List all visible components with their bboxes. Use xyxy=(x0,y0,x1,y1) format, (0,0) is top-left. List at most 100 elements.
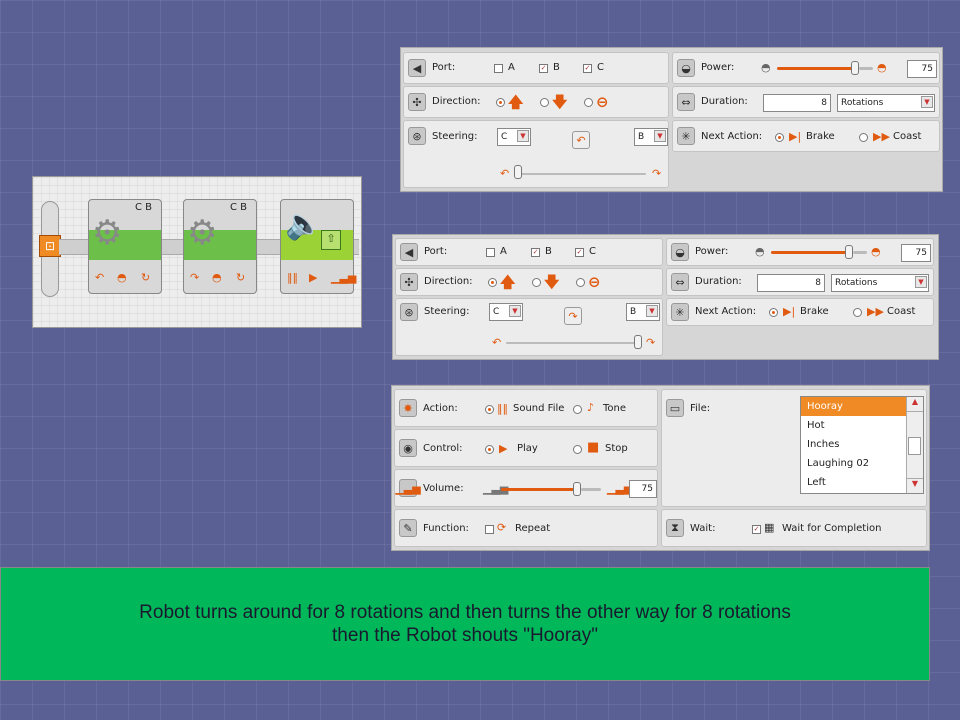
play-radio[interactable] xyxy=(485,445,494,454)
music-note-icon: ♪ xyxy=(587,401,595,414)
power-icon: ◓ xyxy=(212,271,222,284)
duration-value-input[interactable]: 8 xyxy=(763,94,831,112)
direction-row: ✣ Direction: 🡅 🡇 ⊖ xyxy=(403,86,669,118)
direction-backward-radio[interactable] xyxy=(540,98,549,107)
volume-slider-track[interactable] xyxy=(501,488,577,491)
steer-left-port-select[interactable]: C ▼ xyxy=(489,303,523,321)
file-list-item[interactable]: Inches xyxy=(801,435,907,454)
chevron-down-icon: ▼ xyxy=(921,96,933,108)
direction-forward-radio[interactable] xyxy=(496,98,505,107)
volume-slider-thumb[interactable] xyxy=(573,482,581,496)
repeat-icon: ⟳ xyxy=(497,521,507,534)
power-icon: ◓ xyxy=(117,271,127,284)
turn-right-small-icon: ↷ xyxy=(646,336,656,349)
stop-label: Stop xyxy=(605,443,628,454)
volume-slider-rest xyxy=(581,488,601,491)
caption-box: Robot turns around for 8 rotations and t… xyxy=(0,567,930,681)
scroll-down-icon[interactable]: ▼ xyxy=(907,478,923,493)
port-a-checkbox[interactable] xyxy=(486,248,495,257)
steer-right-port-select[interactable]: B ▼ xyxy=(626,303,660,321)
power-slider-rest xyxy=(853,251,867,254)
steering-slider-thumb[interactable] xyxy=(514,165,522,179)
duration-value-input[interactable]: 8 xyxy=(757,274,825,292)
next-action-icon: ✳ xyxy=(671,303,689,321)
power-slider-thumb[interactable] xyxy=(851,61,859,75)
volume-icon: ▁▃▅ xyxy=(395,479,421,497)
sound-block[interactable]: 🔈 ⇧ ‖‖ ▶ ▁▃▅ xyxy=(280,199,356,294)
duration-label: Duration: xyxy=(701,96,748,107)
file-list-item[interactable]: Laughing 02 xyxy=(801,454,907,473)
port-b-checkbox[interactable]: ✓ xyxy=(531,248,540,257)
tone-radio[interactable] xyxy=(573,405,582,414)
move-block-2[interactable]: C B ⚙ ↷ ◓ ↻ xyxy=(183,199,257,294)
scroll-thumb[interactable] xyxy=(908,437,921,455)
play-icon: ▶ xyxy=(499,442,508,455)
file-list-item[interactable]: Left xyxy=(801,473,907,492)
chevron-down-icon: ▼ xyxy=(517,130,529,142)
direction-stop-radio[interactable] xyxy=(584,98,593,107)
rotation-icon: ↻ xyxy=(236,271,246,284)
port-label: Port: xyxy=(432,62,456,73)
chevron-down-icon: ▼ xyxy=(509,305,521,317)
steer-left-port-select[interactable]: C ▼ xyxy=(497,128,531,146)
power-slider-track[interactable] xyxy=(777,67,855,70)
repeat-checkbox[interactable] xyxy=(485,525,494,534)
file-list-scrollbar[interactable]: ▲ ▼ xyxy=(906,397,923,493)
stop-square-icon: ■ xyxy=(587,440,600,455)
steer-right-port-select[interactable]: B ▼ xyxy=(634,128,668,146)
stop-icon: ⊖ xyxy=(596,93,609,111)
action-icon: ✸ xyxy=(399,399,417,417)
direction-backward-radio[interactable] xyxy=(532,278,541,287)
stop-radio[interactable] xyxy=(573,445,582,454)
direction-icon: ✣ xyxy=(400,273,418,291)
duration-label: Duration: xyxy=(695,276,742,287)
steering-slider-track[interactable] xyxy=(506,342,638,344)
sound-file-radio[interactable] xyxy=(485,405,494,414)
steering-row: ⊛ Steering: C ▼ ↷ B ▼ ↶ ↷ xyxy=(395,298,663,356)
direction-forward-radio[interactable] xyxy=(488,278,497,287)
steering-slider-thumb[interactable] xyxy=(634,335,642,349)
power-icon: ◒ xyxy=(671,243,689,261)
duration-unit-select[interactable]: Rotations ▼ xyxy=(837,94,935,112)
duration-icon: ⇔ xyxy=(677,93,695,111)
brake-icon: ▶| xyxy=(789,130,802,143)
turtle-icon: ◓ xyxy=(761,61,771,74)
file-list-item[interactable]: Hot xyxy=(801,416,907,435)
chevron-down-icon: ▼ xyxy=(654,130,666,142)
start-icon[interactable]: ⊡ xyxy=(39,235,61,257)
brake-radio[interactable] xyxy=(769,308,778,317)
port-c-checkbox[interactable]: ✓ xyxy=(583,64,592,73)
file-list[interactable]: Hooray Hot Inches Laughing 02 Left ▲ ▼ xyxy=(800,396,924,494)
action-row: ✸ Action: ‖‖ Sound File ♪ Tone xyxy=(394,389,658,427)
function-row: ✎ Function: ⟳ Repeat xyxy=(394,509,658,547)
steering-row: ⊛ Steering: C ▼ ↶ B ▼ ↶ ↷ xyxy=(403,120,669,188)
next-action-label: Next Action: xyxy=(695,306,757,317)
gear-icon: ⚙ xyxy=(92,213,123,253)
port-a-checkbox[interactable] xyxy=(494,64,503,73)
scroll-up-icon[interactable]: ▲ xyxy=(907,397,923,412)
port-b-checkbox[interactable]: ✓ xyxy=(539,64,548,73)
wrench-icon: ✎ xyxy=(399,519,417,537)
wait-for-completion-checkbox[interactable]: ✓ xyxy=(752,525,761,534)
duration-unit-select[interactable]: Rotations ▼ xyxy=(831,274,929,292)
volume-value-input[interactable]: 75 xyxy=(629,480,657,498)
power-value-input[interactable]: 75 xyxy=(907,60,937,78)
coast-radio[interactable] xyxy=(853,308,862,317)
port-c-checkbox[interactable]: ✓ xyxy=(575,248,584,257)
coast-radio[interactable] xyxy=(859,133,868,142)
power-value-input[interactable]: 75 xyxy=(901,244,931,262)
brake-label: Brake xyxy=(800,306,829,317)
brake-icon: ▶| xyxy=(783,305,796,318)
steering-slider-track[interactable] xyxy=(514,173,646,175)
coast-icon: ▶▶ xyxy=(867,305,884,318)
coast-label: Coast xyxy=(893,131,922,142)
steering-icon: ⊛ xyxy=(400,303,418,321)
power-slider-track[interactable] xyxy=(771,251,849,254)
next-action-row: ✳ Next Action: ▶| Brake ▶▶ Coast xyxy=(666,298,934,326)
turn-left-icon: ↶ xyxy=(572,131,590,149)
direction-stop-radio[interactable] xyxy=(576,278,585,287)
move-block-1[interactable]: C B ⚙ ↶ ◓ ↻ xyxy=(88,199,162,294)
power-slider-thumb[interactable] xyxy=(845,245,853,259)
brake-radio[interactable] xyxy=(775,133,784,142)
file-list-item[interactable]: Hooray xyxy=(801,397,907,416)
